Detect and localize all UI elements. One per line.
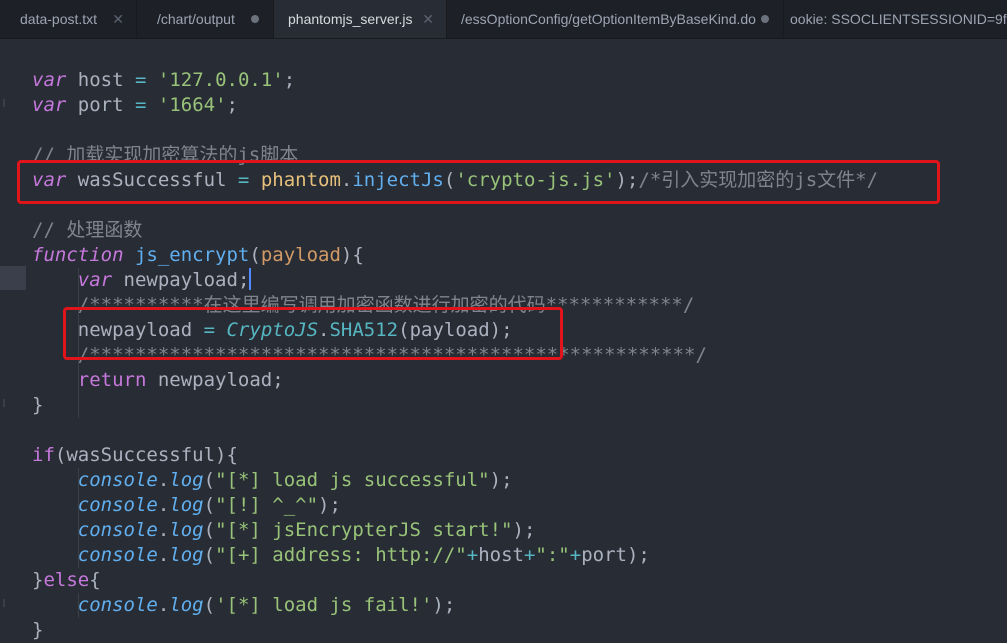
line-highlight [0,266,26,290]
code-line-21: }else{ [32,569,101,591]
close-icon[interactable]: ✕ [422,0,434,38]
code-line-14: } [32,394,44,416]
code-line-23: } [32,619,44,641]
tab-label: /essOptionConfig/getOptionItemByBaseKind… [461,11,756,27]
editor-gutter [0,39,26,643]
fold-marker [3,99,5,107]
code-line-16: if(wasSuccessful){ [32,444,238,466]
annotation-box-encrypt [63,307,563,360]
tab-get-option-item[interactable]: /essOptionConfig/getOptionItemByBaseKind… [447,0,784,38]
code-line-1: var host = '127.0.0.1'; [32,69,296,91]
tab-chart-output[interactable]: /chart/output [137,0,274,38]
code-line-7: // 处理函数 [32,219,143,241]
tab-label: ookie: SSOCLIENTSESSIONID=9f0f7a [790,11,1007,27]
code-line-20: console.log("[+] address: http://"+host+… [77,544,650,566]
fold-marker [3,599,5,607]
modified-dot-icon[interactable] [761,15,769,23]
code-line-18: console.log("[!] ^_^"); [77,494,341,516]
code-line-9: var newpayload; [77,268,252,291]
tab-label: data-post.txt [20,11,98,27]
annotation-box-inject [17,160,940,204]
code-line-8: function js_encrypt(payload){ [32,244,364,266]
fold-marker [3,399,5,407]
code-line-2: var port = '1664'; [32,94,238,116]
modified-dot-icon[interactable] [251,15,259,23]
tab-data-post[interactable]: data-post.txt ✕ [0,0,137,38]
tab-phantomjs-server[interactable]: phantomjs_server.js ✕ [274,0,447,38]
close-icon[interactable]: ✕ [112,0,124,38]
text-cursor [249,268,252,290]
code-line-13: return newpayload; [77,369,284,391]
code-line-17: console.log("[*] load js successful"); [77,469,513,491]
tab-label: phantomjs_server.js [288,11,413,27]
code-line-19: console.log("[*] jsEncrypterJS start!"); [77,519,536,541]
tab-cookie[interactable]: ookie: SSOCLIENTSESSIONID=9f0f7a [784,0,1007,38]
tab-label: /chart/output [157,11,235,27]
code-line-22: console.log('[*] load js fail!'); [77,594,456,616]
tab-bar: data-post.txt ✕ /chart/output phantomjs_… [0,0,1007,39]
